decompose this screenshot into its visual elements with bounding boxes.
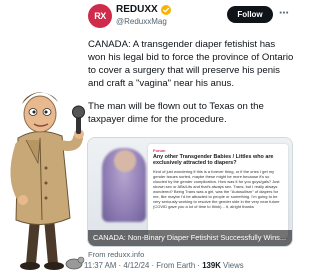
- forum-post-title: Any other Transgender Babies / Littles w…: [153, 154, 274, 167]
- tweet-meta: 11:37 AM · 4/12/24 · From Earth · 139K V…: [84, 261, 244, 270]
- account-name-block[interactable]: REDUXX @ReduxxMag: [116, 4, 171, 26]
- views-count: 139K: [202, 261, 221, 270]
- forum-post-screenshot: Forum Any other Transgender Babies / Lit…: [148, 144, 288, 238]
- tweet-via: From Earth: [156, 261, 196, 270]
- tweet-text: CANADA: A transgender diaper fetishist h…: [88, 38, 294, 136]
- account-handle: @ReduxxMag: [116, 17, 167, 26]
- blurred-face-image: [114, 150, 136, 172]
- card-headline[interactable]: CANADA: Non-Binary Diaper Fetishist Succ…: [88, 230, 292, 246]
- link-preview-card[interactable]: Forum Any other Transgender Babies / Lit…: [87, 137, 293, 247]
- display-name: REDUXX: [116, 4, 158, 15]
- tweet-paragraph: The man will be flown out to Texas on th…: [88, 101, 264, 125]
- more-options-icon[interactable]: ⋯: [279, 8, 289, 19]
- tweet-date[interactable]: 4/12/24: [123, 261, 149, 270]
- tweet-paragraph: CANADA: A transgender diaper fetishist h…: [88, 39, 294, 89]
- forum-tag: Forum: [153, 148, 166, 153]
- display-name-row: REDUXX: [116, 4, 171, 15]
- reporter-cartoon-illustration: [10, 92, 85, 270]
- tweet-time[interactable]: 11:37 AM: [84, 261, 116, 270]
- verified-badge-icon: [160, 4, 171, 15]
- views-label: Views: [223, 261, 244, 270]
- forum-post-body: Kind of just wondering if this is a fore…: [153, 168, 280, 209]
- card-source[interactable]: From reduxx.info: [88, 250, 144, 259]
- account-avatar[interactable]: RX: [88, 4, 112, 28]
- follow-button[interactable]: Follow: [227, 6, 273, 23]
